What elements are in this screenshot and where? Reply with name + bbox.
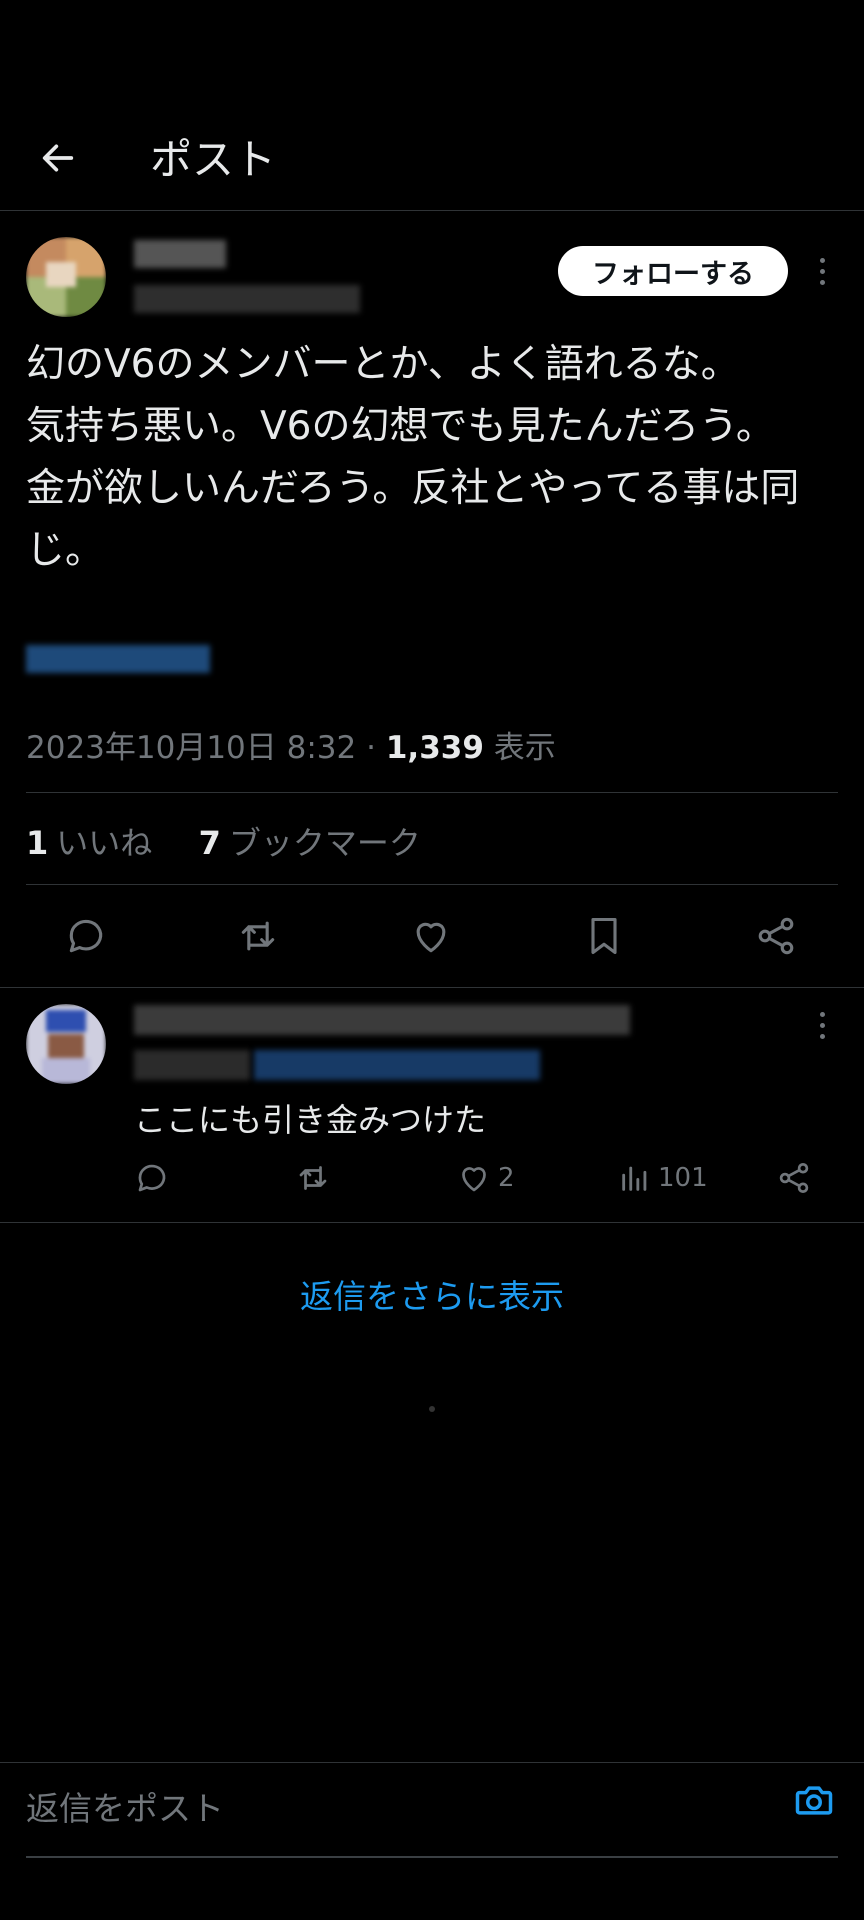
reply-like-count: 2: [498, 1163, 515, 1193]
divider: [0, 1222, 864, 1223]
show-more-replies-link[interactable]: 返信をさらに表示: [0, 1270, 864, 1318]
bookmark-icon: [591, 917, 617, 955]
repost-icon: [241, 921, 275, 951]
compose-underline: [26, 1856, 838, 1858]
repost-button[interactable]: [230, 908, 286, 964]
heart-icon: [462, 1167, 486, 1192]
divider: [0, 1762, 864, 1763]
author-handle: [134, 285, 360, 313]
views-count: 1,339: [385, 730, 484, 766]
page-title: ポスト: [150, 135, 277, 184]
reply-text: ここにも引き金みつけた: [134, 1101, 487, 1139]
reply-author-name[interactable]: [134, 1005, 630, 1035]
reply-share-button[interactable]: [776, 1160, 812, 1196]
top-bar: ポスト: [0, 100, 864, 210]
divider: [26, 884, 838, 885]
likes-stat[interactable]: 1 いいね: [26, 824, 152, 862]
reply-view-count: 101: [658, 1163, 708, 1193]
comment-icon: [69, 919, 103, 953]
reply-like-button[interactable]: 2: [456, 1160, 515, 1196]
divider: [26, 792, 838, 793]
camera-icon: [795, 1786, 833, 1815]
follow-button[interactable]: フォローする: [558, 246, 788, 296]
post-text-line: 幻のV6のメンバーとか、よく語れるな。: [26, 342, 740, 387]
share-button[interactable]: [748, 908, 804, 964]
author-name[interactable]: [134, 240, 226, 268]
bookmark-button[interactable]: [576, 908, 632, 964]
camera-button[interactable]: [790, 1776, 838, 1824]
separator: ·: [366, 730, 376, 766]
post-datetime[interactable]: 2023年10月10日 8:32: [26, 730, 356, 766]
heart-icon: [416, 922, 446, 953]
divider: [0, 210, 864, 211]
post-text-line: 金が欲しいんだろう。反社とやってる事は同: [26, 466, 800, 511]
arrow-left-icon: [42, 144, 74, 172]
loading-indicator: [429, 1406, 435, 1412]
post-actions: [0, 900, 864, 972]
post-stats: 1 いいね 7 ブックマーク: [26, 818, 421, 864]
post-meta: 2023年10月10日 8:32 · 1,339 表示: [26, 722, 556, 767]
divider: [0, 987, 864, 988]
reply-actions: 2 101: [0, 1160, 864, 1200]
repost-icon: [299, 1166, 327, 1190]
comment-icon: [138, 1164, 166, 1192]
post-text: 幻のV6のメンバーとか、よく語れるな。 気持ち悪い。V6の幻想でも見たんだろう。…: [26, 334, 838, 582]
reply-avatar[interactable]: [26, 1004, 106, 1084]
reply-compose-bar: [26, 1770, 838, 1856]
like-button[interactable]: [403, 908, 459, 964]
share-icon: [758, 917, 794, 955]
back-button[interactable]: [30, 130, 86, 186]
post-text-line: 気持ち悪い。V6の幻想でも見たんだろう。: [26, 404, 775, 449]
reply-button[interactable]: [58, 908, 114, 964]
post-text-line: じ。: [26, 528, 105, 573]
reply-views-button[interactable]: 101: [618, 1160, 708, 1196]
bar-chart-icon: [622, 1166, 647, 1191]
reply-more-icon[interactable]: [810, 1005, 834, 1045]
reply-repost-button[interactable]: [294, 1160, 332, 1196]
author-avatar[interactable]: [26, 237, 106, 317]
reply-input[interactable]: [26, 1778, 726, 1838]
views-label: 表示: [493, 730, 556, 766]
more-options-icon[interactable]: [810, 251, 834, 291]
reply-reply-button[interactable]: [134, 1160, 170, 1196]
post-link[interactable]: [26, 645, 210, 673]
share-icon: [779, 1163, 809, 1193]
reply-author-handle: [134, 1050, 540, 1080]
bookmarks-stat[interactable]: 7 ブックマーク: [199, 824, 421, 862]
